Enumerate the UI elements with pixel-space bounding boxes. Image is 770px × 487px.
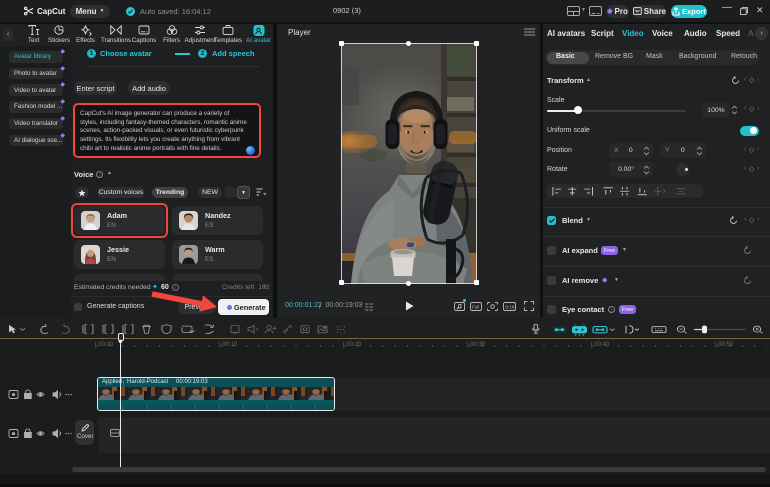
svg-text:9:16: 9:16 — [505, 305, 515, 311]
svg-text:Full: Full — [472, 305, 479, 310]
